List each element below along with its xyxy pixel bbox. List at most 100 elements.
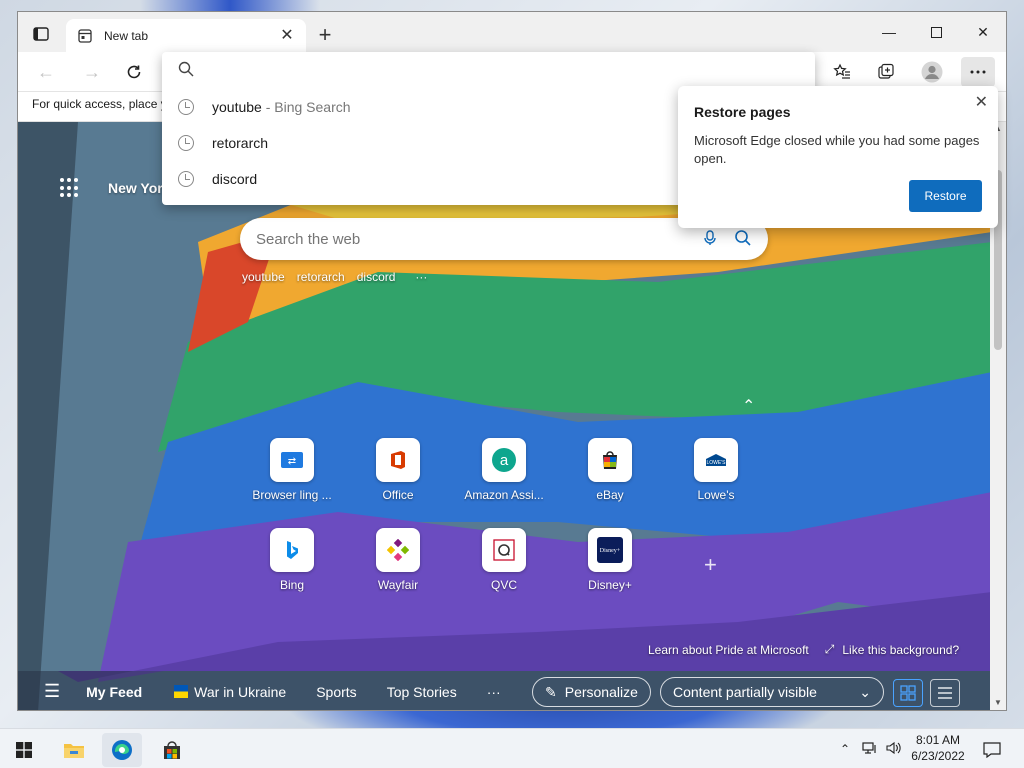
collections-icon[interactable] [869, 57, 903, 87]
windows-start-icon[interactable] [4, 733, 44, 767]
forward-icon[interactable]: → [76, 58, 108, 86]
pencil-icon: ✎ [545, 683, 557, 700]
refresh-icon[interactable] [118, 58, 150, 86]
tile-label: eBay [596, 488, 624, 502]
qvc-icon [482, 528, 526, 572]
minimize-icon[interactable]: — [866, 12, 912, 52]
new-tab-page-icon [76, 27, 94, 45]
tab-close-icon[interactable]: ✕ [278, 27, 296, 45]
suggestion-text: youtube [212, 99, 262, 115]
quick-link-tile[interactable]: Disney+ Disney+ [570, 528, 650, 592]
quick-link-tile[interactable]: ⇄ Browser ling ... [252, 438, 332, 502]
svg-text:LOWE'S: LOWE'S [706, 460, 726, 466]
scroll-down-icon[interactable]: ▼ [990, 698, 1006, 710]
recent-search-link[interactable]: discord [357, 270, 396, 284]
recent-search-link[interactable]: youtube [242, 270, 285, 284]
web-search-input[interactable] [256, 230, 704, 248]
clock-time: 8:01 AM [915, 733, 961, 747]
network-icon[interactable] [862, 741, 878, 758]
favorites-icon[interactable] [825, 57, 859, 87]
grid-view-icon[interactable] [893, 679, 923, 707]
back-icon[interactable]: ← [30, 58, 62, 86]
taskbar: ⌃ 8:01 AM 6/23/2022 [0, 728, 1024, 768]
background-credits: Learn about Pride at Microsoft ⤢ Like th… [648, 642, 959, 657]
tile-label: Office [382, 488, 414, 502]
clock-date: 6/23/2022 [911, 749, 965, 763]
content-visibility-dropdown[interactable]: Content partially visible ⌄ [660, 677, 884, 707]
expand-icon[interactable]: ⤢ [825, 642, 835, 657]
svg-text:Disney+: Disney+ [600, 548, 621, 554]
svg-text:⇄: ⇄ [288, 456, 296, 467]
feed-more-icon[interactable]: ··· [487, 684, 501, 700]
dialog-message: Microsoft Edge closed while you had some… [694, 133, 980, 166]
system-tray: ⌃ [840, 729, 902, 768]
favorites-bar-hint: For quick access, place y [32, 97, 167, 111]
personalize-button[interactable]: ✎ Personalize [532, 677, 651, 707]
tile-label: Browser ling ... [252, 488, 332, 502]
feed-navigation-bar: ☰ My Feed War in Ukraine Sports Top Stor… [18, 671, 992, 710]
list-view-icon[interactable] [930, 679, 960, 707]
edge-browser-icon[interactable] [102, 733, 142, 767]
tab-actions-icon[interactable] [26, 20, 56, 48]
clock[interactable]: 8:01 AM 6/23/2022 [898, 732, 978, 764]
apps-launcher-icon[interactable] [60, 178, 80, 198]
suggestion-subtext: - Bing Search [265, 99, 351, 115]
close-icon[interactable]: ✕ [975, 92, 988, 112]
restore-button[interactable]: Restore [909, 180, 982, 212]
tile-label: Bing [279, 578, 305, 592]
quick-link-tile[interactable]: Office [358, 438, 438, 502]
tab-top-stories[interactable]: Top Stories [387, 684, 457, 700]
tab-new-tab[interactable]: New tab ✕ [66, 19, 306, 52]
settings-and-more-icon[interactable] [961, 57, 995, 87]
office-icon [376, 438, 420, 482]
close-window-icon[interactable]: ✕ [960, 12, 1006, 52]
tab-my-feed[interactable]: My Feed [86, 684, 142, 700]
like-background-link[interactable]: Like this background? [842, 643, 959, 657]
suggestion-text: discord [212, 171, 258, 187]
tab-strip: New tab ✕ + — ✕ [18, 12, 1006, 52]
tile-label: Amazon Assi... [464, 488, 544, 502]
address-input-row[interactable] [162, 52, 815, 88]
tab-sports[interactable]: Sports [316, 684, 356, 700]
microsoft-store-icon[interactable] [152, 733, 192, 767]
ukraine-flag-icon [174, 685, 189, 698]
link-icon: ⇄ [270, 438, 314, 482]
hamburger-menu-icon[interactable]: ☰ [44, 681, 60, 702]
file-explorer-icon[interactable] [54, 733, 94, 767]
tab-title: New tab [104, 28, 149, 43]
quick-link-tile[interactable]: a Amazon Assi... [464, 438, 544, 502]
restore-pages-dialog: ✕ Restore pages Microsoft Edge closed wh… [678, 86, 998, 228]
history-icon [178, 135, 194, 151]
learn-about-pride-link[interactable]: Learn about Pride at Microsoft [648, 643, 809, 657]
quick-link-tile[interactable]: Bing [252, 528, 332, 592]
microphone-icon[interactable] [704, 229, 716, 249]
svg-text:a: a [500, 452, 509, 469]
quick-link-tile[interactable]: eBay [570, 438, 650, 502]
ebay-icon [588, 438, 632, 482]
quick-link-tile[interactable]: Wayfair [358, 528, 438, 592]
collapse-chevron-icon[interactable]: ⌃ [742, 396, 755, 416]
history-icon [178, 171, 194, 187]
suggestion-text: retorarch [212, 135, 269, 151]
quick-link-tile[interactable]: QVC [464, 528, 544, 592]
recent-search-link[interactable]: retorarch [297, 270, 345, 284]
personalize-label: Personalize [564, 684, 638, 700]
show-hidden-icons-chevron-icon[interactable]: ⌃ [840, 742, 850, 756]
quick-link-tile[interactable]: LOWE'S Lowe's [676, 438, 756, 502]
search-icon [178, 61, 194, 80]
history-icon [178, 99, 194, 115]
amazon-icon: a [482, 438, 526, 482]
address-input[interactable] [204, 62, 815, 78]
notification-center-icon[interactable] [972, 733, 1012, 767]
bing-icon [270, 528, 314, 572]
recent-searches: youtube retorarch discord ··· [242, 270, 427, 284]
tab-war-in-ukraine[interactable]: War in Ukraine [194, 684, 286, 700]
recent-searches-more-icon[interactable]: ··· [415, 270, 427, 284]
search-icon[interactable] [734, 229, 752, 250]
new-tab-button[interactable]: + [312, 23, 338, 49]
profile-avatar-icon[interactable] [915, 57, 949, 87]
add-site-icon[interactable]: + [704, 552, 717, 578]
maximize-icon[interactable] [913, 12, 959, 52]
content-visibility-value: Content partially visible [673, 684, 817, 700]
wayfair-icon [376, 528, 420, 572]
